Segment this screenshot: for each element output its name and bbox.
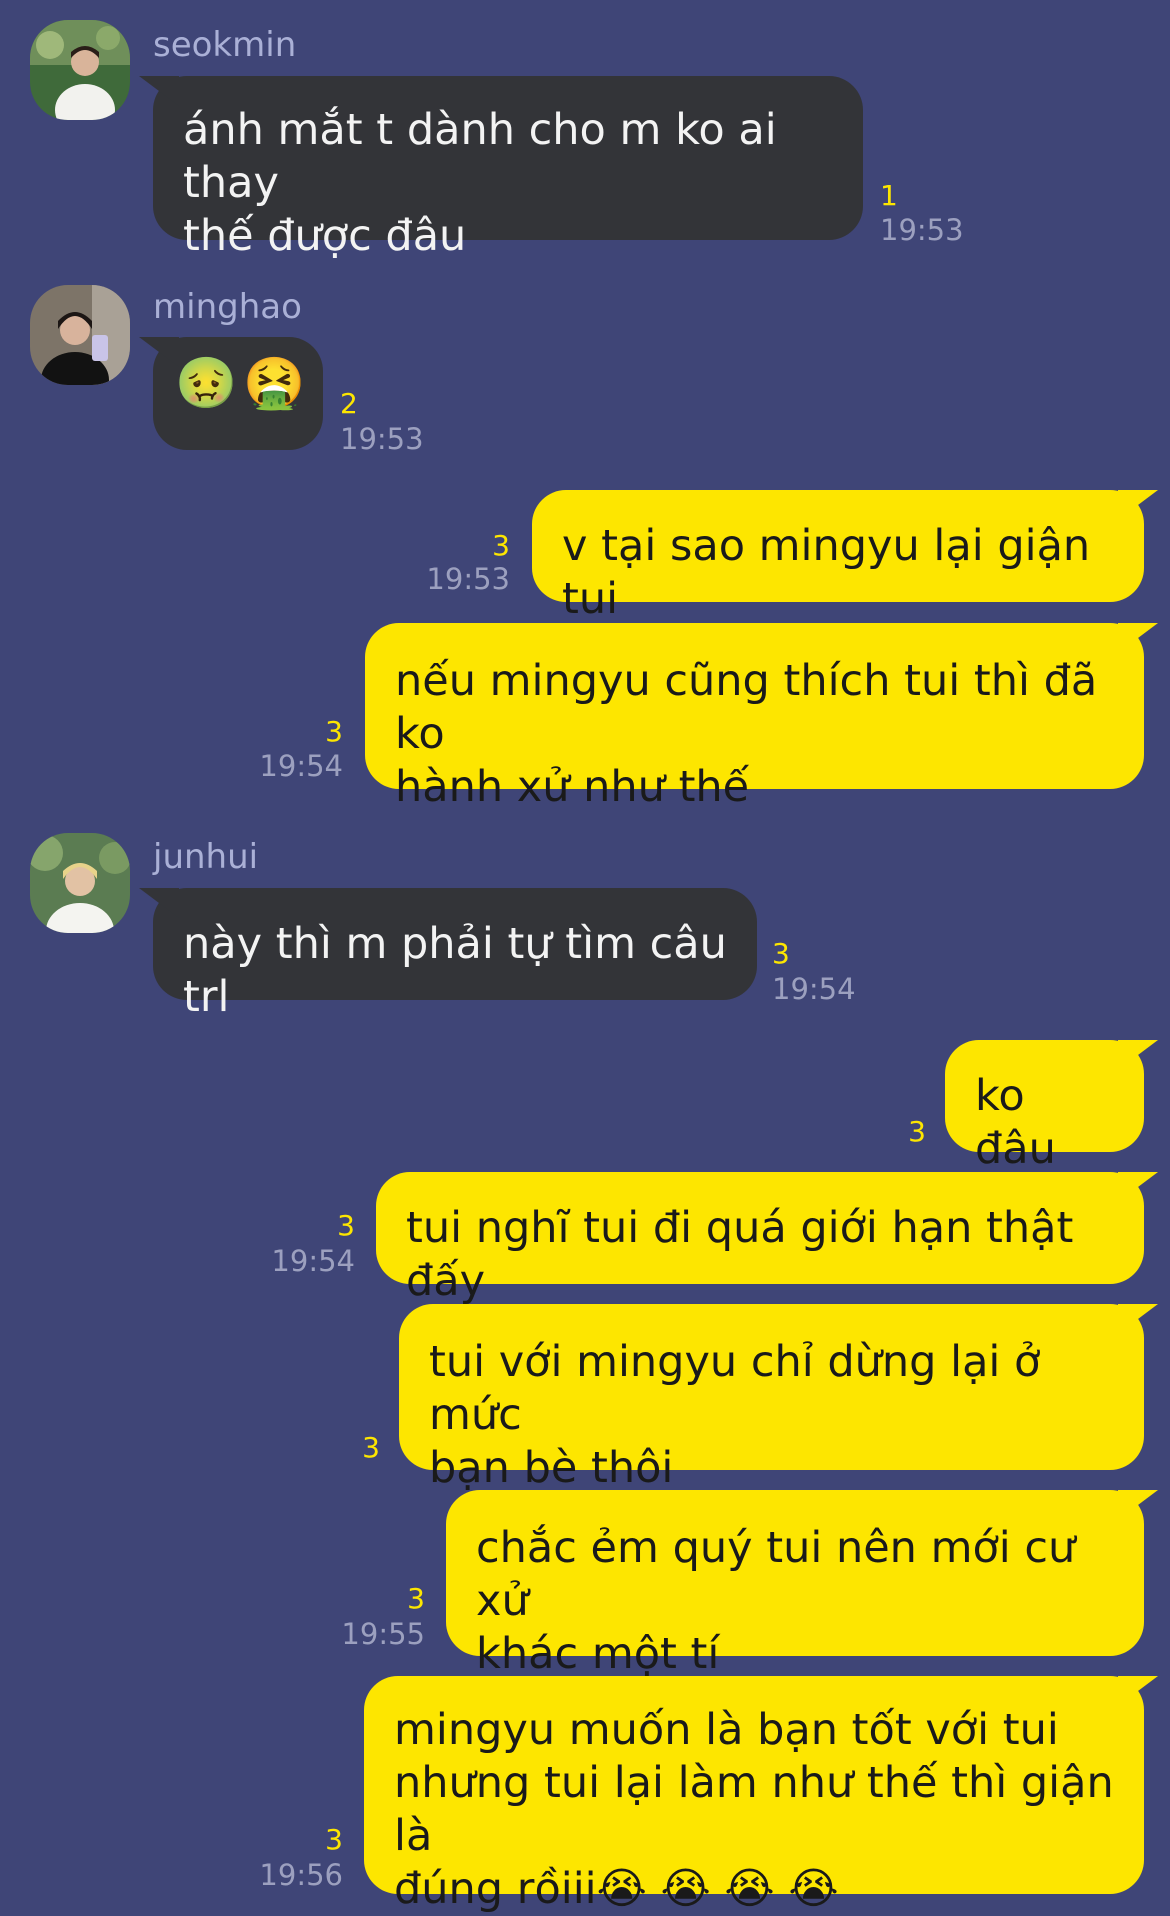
seokmin-avatar-photo-icon bbox=[30, 20, 130, 120]
message-text: bạn bè thôi bbox=[429, 1443, 674, 1493]
message-timestamp: 19:53 bbox=[340, 422, 424, 456]
unread-count: 3 bbox=[325, 1823, 343, 1856]
unread-count: 2 bbox=[340, 387, 358, 420]
message-text: tui nghĩ tui đi quá giới hạn thật đấy bbox=[406, 1203, 1074, 1306]
message-timestamp: 19:53 bbox=[426, 562, 510, 596]
unread-count: 3 bbox=[772, 937, 790, 970]
message-bubble-sent[interactable]: nếu mingyu cũng thích tui thì đã ko hành… bbox=[365, 623, 1144, 812]
sender-name: junhui bbox=[153, 837, 259, 877]
sender-name: minghao bbox=[153, 287, 302, 327]
minghao-avatar-photo-icon bbox=[30, 285, 130, 385]
message-text: nhưng tui lại làm như thế thì giận là bbox=[394, 1758, 1114, 1861]
message-text: khác một tí bbox=[476, 1629, 720, 1679]
unread-count: 3 bbox=[362, 1431, 380, 1464]
sender-name: seokmin bbox=[153, 25, 297, 65]
unread-count: 3 bbox=[325, 715, 343, 748]
message-timestamp: 19:54 bbox=[271, 1244, 355, 1278]
message-text: nếu mingyu cũng thích tui thì đã ko bbox=[395, 656, 1098, 759]
message-text: này thì m phải tự tìm câu trl bbox=[183, 919, 727, 1022]
message-timestamp: 19:54 bbox=[772, 972, 856, 1006]
emoji-message: 🤢🤮 bbox=[175, 354, 312, 412]
message-text: v tại sao mingyu lại giận tui bbox=[562, 521, 1091, 624]
message-text: mingyu muốn là bạn tốt với tui bbox=[394, 1705, 1059, 1755]
unread-count: 3 bbox=[908, 1115, 926, 1148]
avatar-junhui[interactable] bbox=[30, 833, 130, 933]
message-text: đúng rồiii😭 😭 😭 😭 bbox=[394, 1864, 839, 1914]
message-bubble-sent[interactable]: ko đâu bbox=[945, 1040, 1144, 1174]
message-timestamp: 19:54 bbox=[259, 749, 343, 783]
junhui-avatar-photo-icon bbox=[30, 833, 130, 933]
unread-count: 3 bbox=[492, 529, 510, 562]
unread-count: 3 bbox=[337, 1209, 355, 1242]
message-timestamp: 19:53 bbox=[880, 213, 964, 247]
message-bubble-sent[interactable]: mingyu muốn là bạn tốt với tui nhưng tui… bbox=[364, 1676, 1144, 1914]
message-text: ánh mắt t dành cho m ko ai thay bbox=[183, 105, 777, 208]
message-text: tui với mingyu chỉ dừng lại ở mức bbox=[429, 1337, 1041, 1440]
unread-count: 3 bbox=[407, 1582, 425, 1615]
message-text: ko đâu bbox=[975, 1071, 1056, 1174]
message-bubble-sent[interactable]: v tại sao mingyu lại giận tui bbox=[532, 490, 1144, 624]
message-bubble-received[interactable]: 🤢🤮 bbox=[153, 337, 323, 450]
message-bubble-received[interactable]: này thì m phải tự tìm câu trl bbox=[153, 888, 757, 1022]
avatar-minghao[interactable] bbox=[30, 285, 130, 385]
message-text: chắc ẻm quý tui nên mới cư xử bbox=[476, 1523, 1076, 1626]
message-bubble-received[interactable]: ánh mắt t dành cho m ko ai thay thế được… bbox=[153, 76, 863, 261]
message-bubble-sent[interactable]: chắc ẻm quý tui nên mới cư xử khác một t… bbox=[446, 1490, 1144, 1679]
message-timestamp: 19:55 bbox=[341, 1617, 425, 1651]
message-timestamp: 19:56 bbox=[259, 1858, 343, 1892]
message-bubble-sent[interactable]: tui nghĩ tui đi quá giới hạn thật đấy bbox=[376, 1172, 1144, 1306]
message-text: thế được đâu bbox=[183, 211, 467, 261]
message-text: hành xử như thế bbox=[395, 762, 750, 812]
message-bubble-sent[interactable]: tui với mingyu chỉ dừng lại ở mức bạn bè… bbox=[399, 1304, 1144, 1493]
avatar-seokmin[interactable] bbox=[30, 20, 130, 120]
unread-count: 1 bbox=[880, 179, 898, 212]
